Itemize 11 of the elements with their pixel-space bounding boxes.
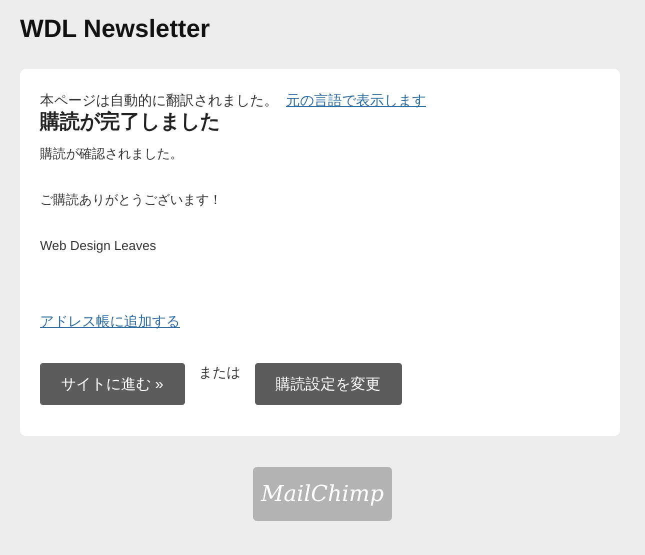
action-button[interactable]: 購読設定を変更 <box>254 363 402 405</box>
or-text: または <box>198 363 241 381</box>
add-to-address-book-link[interactable]: アドレス帳に追加する <box>40 313 180 329</box>
action-button[interactable]: サイトに進む » <box>40 363 185 405</box>
message-text: 購読が確認されました。 <box>40 145 183 163</box>
message-text: ご購読ありがとうございます！ <box>40 191 222 209</box>
original-language-link[interactable]: 元の言語で表示します <box>286 91 426 109</box>
page-title: WDL Newsletter <box>20 14 210 44</box>
message-text: Web Design Leaves <box>40 237 156 255</box>
confirmation-heading: 購読が完了しました <box>40 110 220 135</box>
translation-notice: 本ページは自動的に翻訳されました。 <box>40 91 278 109</box>
